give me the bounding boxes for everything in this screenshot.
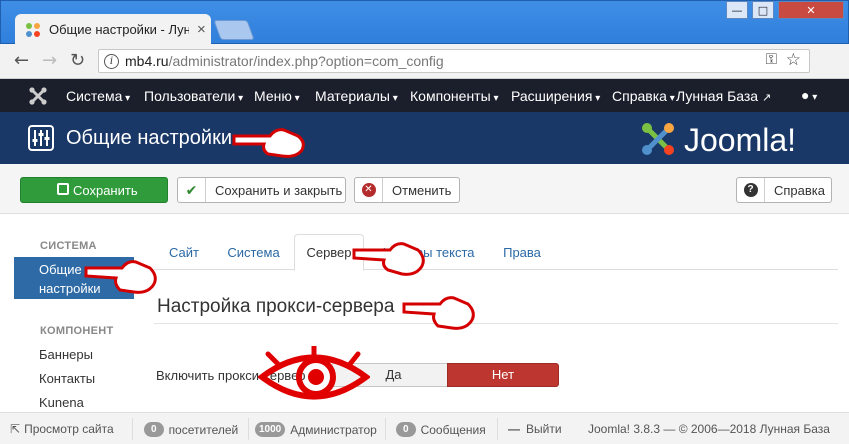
menu-help[interactable]: Справка (612, 88, 675, 104)
section-title: Настройка прокси-сервера (157, 296, 395, 317)
save-close-label: Сохранить и закрыть (215, 182, 343, 198)
tab-system[interactable]: Система (216, 234, 291, 270)
maximize-button[interactable]: □ (752, 1, 774, 19)
version-info: Joomla! 3.8.3 — © 2006—2018 Лунная База (588, 422, 830, 436)
visitors-status[interactable]: 0 посетителей (144, 422, 238, 437)
pointing-hand-icon (402, 296, 475, 330)
logout-link[interactable]: — Выйти (508, 422, 562, 436)
menu-content[interactable]: Материалы (315, 88, 398, 104)
visitors-badge: 0 (144, 422, 164, 437)
check-icon: ✔ (178, 178, 206, 202)
divider (248, 418, 249, 440)
proxy-yes-button[interactable]: Да (331, 363, 448, 387)
admins-badge: 1000 (255, 422, 286, 437)
browser-titlebar: Общие настройки - Лун × — □ ✕ (0, 0, 849, 45)
help-button[interactable]: ? Справка (736, 177, 832, 203)
joomla-brand-logo: Joomla! (642, 122, 796, 157)
divider (132, 418, 133, 440)
sidebar-item-contacts[interactable]: Контакты (39, 371, 95, 386)
brand-text: Joomla! (684, 122, 796, 157)
settings-sliders-icon (28, 125, 54, 151)
minus-icon: — (508, 422, 520, 436)
window-close-button[interactable]: ✕ (778, 1, 844, 19)
sidebar-item-banners[interactable]: Баннеры (39, 347, 93, 362)
visitors-label: посетителей (168, 422, 239, 437)
bookmark-star-icon[interactable]: ☆ (786, 50, 801, 70)
cancel-button[interactable]: ✕ Отменить (354, 177, 460, 203)
menu-menus[interactable]: Меню (254, 88, 300, 104)
config-tabs: Сайт Система Сервер Фильтры текста Права (154, 234, 838, 271)
action-toolbar: Сохранить ✔ Сохранить и закрыть ✕ Отмени… (0, 164, 849, 214)
forward-icon[interactable]: → (42, 50, 57, 71)
tab-text-filters[interactable]: Фильтры текста (366, 234, 488, 270)
save-label: Сохранить (73, 182, 138, 198)
cancel-icon: ✕ (355, 178, 383, 202)
sidebar-item-label-1: Общие (39, 262, 82, 277)
divider (385, 418, 386, 440)
joomla-favicon-icon (26, 22, 40, 37)
key-icon[interactable]: ⚿ (766, 51, 777, 68)
url-host: mb4.ru (125, 53, 169, 69)
back-icon[interactable]: ← (14, 50, 29, 71)
sidebar-heading-component: КОМПОНЕНТ (40, 325, 114, 337)
external-link-icon: ⇱ (10, 422, 21, 436)
tab-permissions[interactable]: Права (492, 234, 552, 270)
view-site-link[interactable]: ⇱ Просмотр сайта (10, 422, 114, 436)
minimize-button[interactable]: — (726, 1, 748, 19)
edit-icon (57, 183, 69, 195)
cancel-label: Отменить (392, 182, 452, 198)
tab-site[interactable]: Сайт (154, 234, 214, 270)
menu-extensions[interactable]: Расширения (511, 88, 600, 104)
info-icon[interactable]: i (104, 53, 119, 69)
tab-close-icon[interactable]: × (197, 21, 206, 38)
reload-icon[interactable]: ↻ (70, 50, 85, 71)
page-header: Общие настройки Joomla! (0, 112, 849, 164)
save-close-button[interactable]: ✔ Сохранить и закрыть (177, 177, 346, 203)
sidebar-item-global-config[interactable]: Общие настройки (14, 257, 134, 299)
view-site-label: Просмотр сайта (24, 422, 114, 436)
admin-top-menu: Система Пользователи Меню Материалы Комп… (0, 79, 849, 112)
menu-components[interactable]: Компоненты (410, 88, 498, 104)
divider (497, 418, 498, 440)
admins-status[interactable]: 1000 Администратор (255, 422, 377, 437)
sidebar-item-label-2: настройки (39, 281, 101, 296)
site-link-label: Лунная База (676, 88, 759, 104)
menu-system[interactable]: Система (66, 88, 130, 104)
address-bar[interactable]: i mb4.ru /administrator/index.php?option… (98, 49, 810, 73)
tab-server[interactable]: Сервер (294, 234, 364, 271)
messages-status[interactable]: 0 Сообщения (396, 422, 486, 437)
site-link[interactable]: Лунная База ↗ (676, 88, 771, 104)
question-icon: ? (737, 178, 765, 202)
messages-badge: 0 (396, 422, 416, 437)
user-menu-icon[interactable]: ● ▾ (801, 87, 817, 103)
status-bar: ⇱ Просмотр сайта 0 посетителей 1000 Адми… (0, 412, 849, 444)
save-button[interactable]: Сохранить (20, 177, 168, 203)
browser-tab[interactable]: Общие настройки - Лун × (15, 14, 211, 45)
external-link-icon: ↗ (761, 92, 772, 104)
browser-toolbar: ← → ↻ i mb4.ru /administrator/index.php?… (0, 44, 849, 122)
page-title: Общие настройки (66, 127, 232, 149)
sidebar-item-kunena[interactable]: Kunena (39, 395, 84, 410)
url-path: /administrator/index.php?option=com_conf… (168, 53, 444, 69)
sidebar-heading-system: СИСТЕМА (40, 240, 97, 252)
proxy-no-button[interactable]: Нет (447, 363, 559, 387)
joomla-logo-icon[interactable] (28, 86, 48, 106)
admins-label: Администратор (290, 422, 377, 437)
section-divider (154, 323, 838, 324)
new-tab-button[interactable] (213, 20, 255, 40)
messages-label: Сообщения (420, 422, 486, 437)
proxy-enable-label: Включить прокси-сервер (156, 368, 306, 383)
logout-label: Выйти (526, 422, 562, 436)
help-label: Справка (774, 182, 825, 198)
browser-tab-title: Общие настройки - Лун (49, 22, 189, 37)
menu-users[interactable]: Пользователи (144, 88, 243, 104)
